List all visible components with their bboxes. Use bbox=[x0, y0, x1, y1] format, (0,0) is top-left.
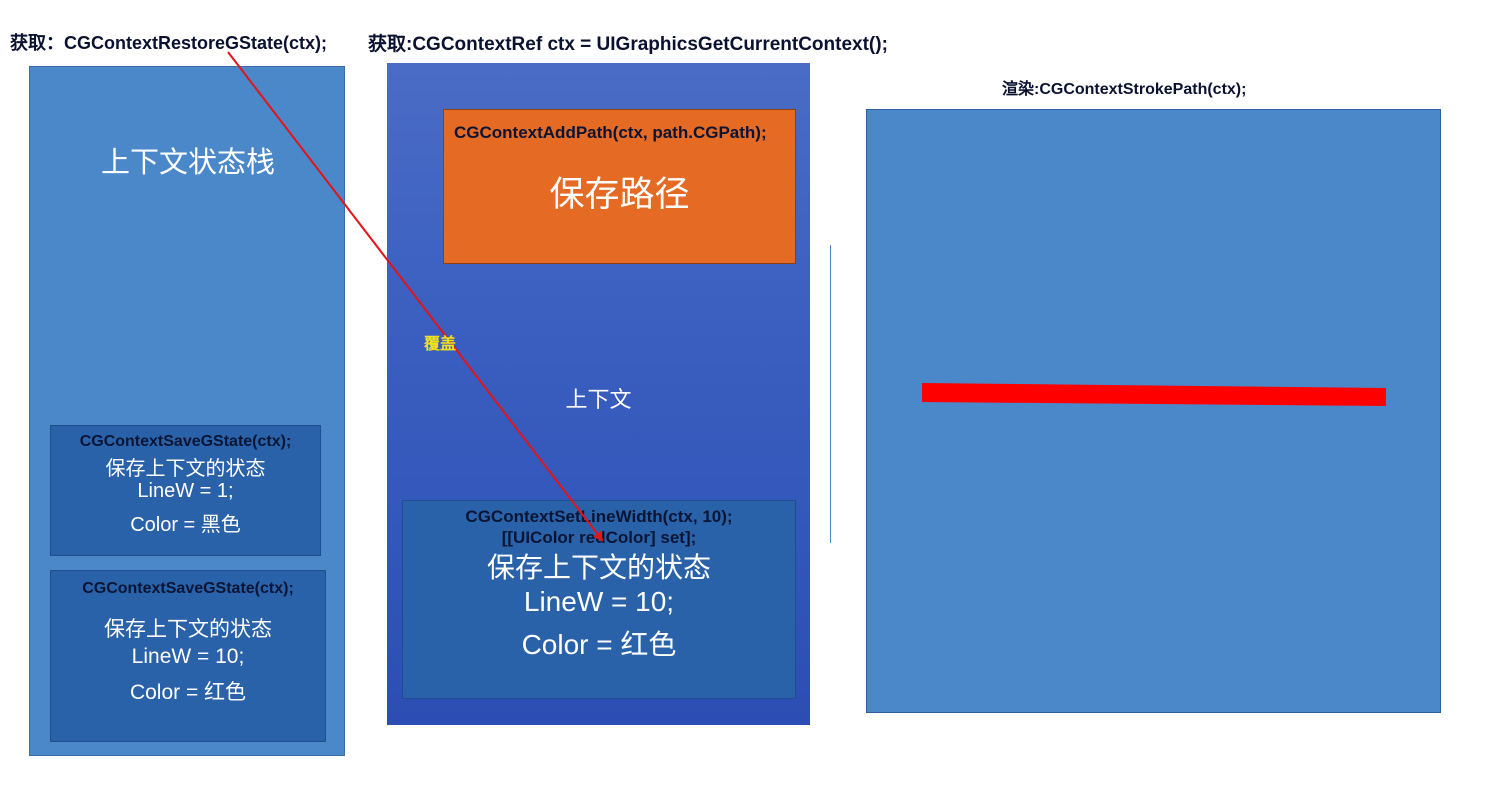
overlay-svg bbox=[227, 51, 1386, 542]
override-label: 覆盖 bbox=[424, 336, 457, 353]
rendered-red-stroke bbox=[922, 383, 1386, 406]
diagram-canvas: { "headers": { "restore": "获取：CGContextR… bbox=[0, 0, 1508, 788]
override-arrow bbox=[227, 51, 604, 542]
